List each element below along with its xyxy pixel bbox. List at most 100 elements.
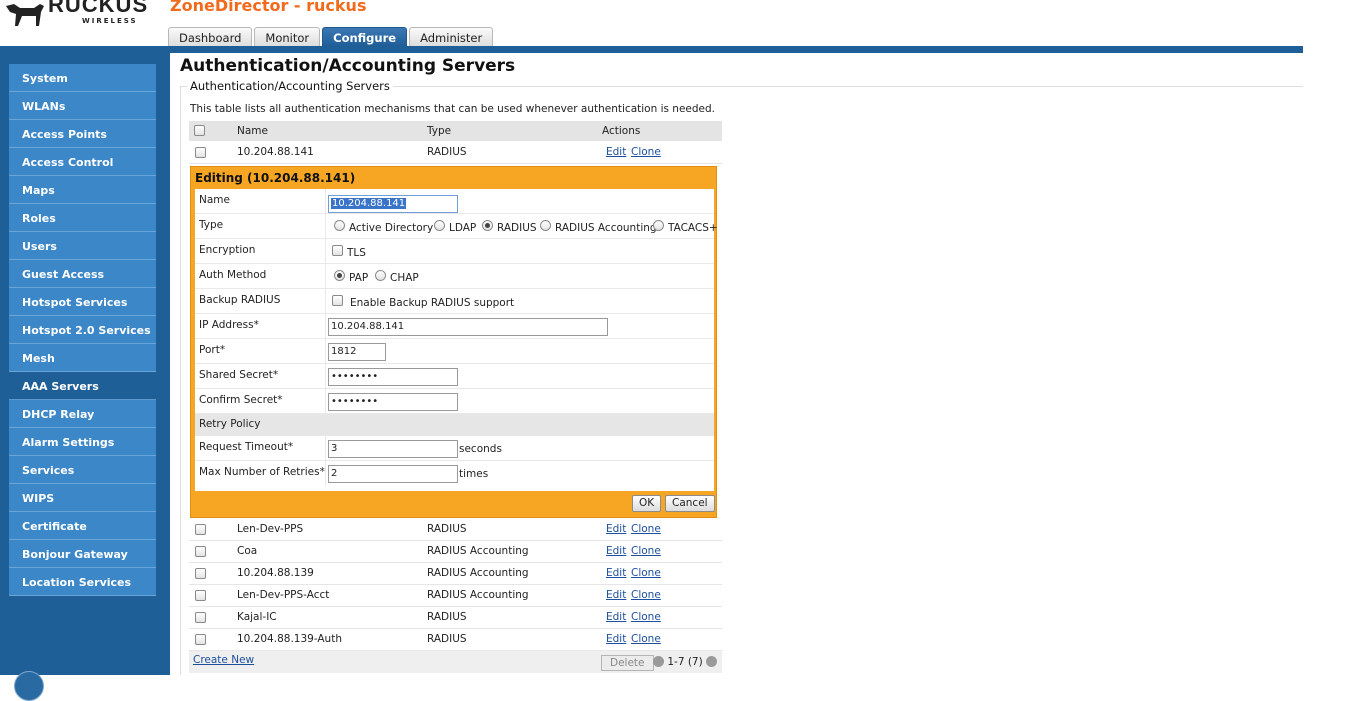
sidebar-item-services[interactable]: Services [9, 456, 156, 484]
row-checkbox[interactable] [195, 590, 206, 601]
type-radio-radius-accounting[interactable] [540, 220, 551, 231]
edit-link[interactable]: Edit [606, 633, 626, 645]
sidebar-item-location-services[interactable]: Location Services [9, 568, 156, 596]
section-title: Authentication/Accounting Servers [187, 79, 393, 93]
edit-link[interactable]: Edit [606, 146, 626, 158]
sidebar-item-dhcp-relay[interactable]: DHCP Relay [9, 400, 156, 428]
sidebar-item-system[interactable]: System [9, 64, 156, 92]
ok-button[interactable]: OK [632, 495, 662, 512]
row-name: 10.204.88.139 [237, 567, 314, 579]
clone-link[interactable]: Clone [631, 611, 661, 623]
row-checkbox[interactable] [195, 568, 206, 579]
tab-dashboard[interactable]: Dashboard [168, 27, 253, 47]
max-retries-input[interactable]: 2 [328, 465, 458, 483]
type-radio-radius[interactable] [482, 220, 493, 231]
select-all-checkbox[interactable] [194, 125, 205, 136]
sidebar-nav: System WLANs Access Points Access Contro… [9, 64, 156, 596]
sidebar-item-wlans[interactable]: WLANs [9, 92, 156, 120]
tls-checkbox[interactable] [332, 245, 343, 256]
create-new-link[interactable]: Create New [193, 654, 254, 666]
field-row-backup-radius: Backup RADIUS Enable Backup RADIUS suppo… [195, 289, 714, 314]
delete-button[interactable]: Delete [601, 655, 654, 671]
type-radio-ldap[interactable] [434, 220, 445, 231]
clone-link[interactable]: Clone [631, 589, 661, 601]
confirm-secret-input[interactable]: •••••••• [328, 393, 458, 411]
sidebar-item-wips[interactable]: WIPS [9, 484, 156, 512]
backup-radius-checkbox[interactable] [332, 295, 343, 306]
port-value-cell: 1812 [325, 339, 714, 364]
edit-link[interactable]: Edit [606, 567, 626, 579]
field-row-max-retries: Max Number of Retries* 2 times [195, 461, 714, 486]
clone-link[interactable]: Clone [631, 633, 661, 645]
request-timeout-unit: seconds [459, 443, 502, 455]
sidebar-item-certificate[interactable]: Certificate [9, 512, 156, 540]
clone-link[interactable]: Clone [631, 567, 661, 579]
edit-link[interactable]: Edit [606, 589, 626, 601]
edit-link[interactable]: Edit [606, 611, 626, 623]
backup-radius-option: Enable Backup RADIUS support [350, 297, 515, 309]
sidebar-item-aaa-servers[interactable]: AAA Servers [9, 372, 156, 400]
name-input-value: 10.204.88.141 [331, 198, 407, 209]
cancel-button[interactable]: Cancel [665, 495, 715, 512]
request-timeout-input[interactable]: 3 [328, 440, 458, 458]
sidebar-item-hotspot-2-services[interactable]: Hotspot 2.0 Services [9, 316, 156, 344]
tab-configure[interactable]: Configure [322, 27, 408, 47]
sidebar: System WLANs Access Points Access Contro… [0, 46, 170, 701]
row-name: 10.204.88.139-Auth [237, 633, 342, 645]
ruckus-logo: RUCKUS WIRELESS [0, 0, 168, 46]
edit-panel-title: Editing (10.204.88.141) [195, 171, 356, 185]
field-row-name: Name 10.204.88.141 [195, 189, 714, 214]
table-row: 10.204.88.141 RADIUS Edit Clone [189, 142, 722, 164]
column-header-type: Type [427, 125, 452, 137]
type-radio-tacacs[interactable] [653, 220, 664, 231]
ip-address-input[interactable]: 10.204.88.141 [328, 318, 608, 336]
sidebar-item-bonjour-gateway[interactable]: Bonjour Gateway [9, 540, 156, 568]
row-checkbox[interactable] [195, 634, 206, 645]
sidebar-item-roles[interactable]: Roles [9, 204, 156, 232]
brand-tagline: WIRELESS [82, 17, 138, 25]
tab-monitor[interactable]: Monitor [254, 27, 321, 47]
ip-address-value-cell: 10.204.88.141 [325, 314, 714, 339]
type-option-tacacs: TACACS+ [668, 222, 718, 234]
port-input[interactable]: 1812 [328, 343, 386, 361]
sidebar-circle-icon[interactable] [14, 671, 44, 701]
edit-link[interactable]: Edit [606, 545, 626, 557]
clone-link[interactable]: Clone [631, 523, 661, 535]
name-input[interactable]: 10.204.88.141 [328, 195, 458, 213]
row-name: Len-Dev-PPS [237, 523, 304, 535]
shared-secret-input[interactable]: •••••••• [328, 368, 458, 386]
sidebar-item-guest-access[interactable]: Guest Access [9, 260, 156, 288]
tab-administer[interactable]: Administer [409, 27, 494, 47]
field-row-auth-method: Auth Method PAP CHAP [195, 264, 714, 289]
sidebar-item-hotspot-services[interactable]: Hotspot Services [9, 288, 156, 316]
previous-page-icon[interactable] [653, 656, 664, 667]
row-checkbox[interactable] [195, 546, 206, 557]
clone-link[interactable]: Clone [631, 545, 661, 557]
sidebar-item-alarm-settings[interactable]: Alarm Settings [9, 428, 156, 456]
row-type: RADIUS Accounting [427, 567, 529, 579]
sidebar-item-access-points[interactable]: Access Points [9, 120, 156, 148]
sidebar-item-users[interactable]: Users [9, 232, 156, 260]
table-header: Name Type Actions [189, 121, 722, 141]
backup-radius-value-cell: Enable Backup RADIUS support [325, 289, 714, 314]
auth-radio-pap[interactable] [334, 270, 345, 281]
edit-link[interactable]: Edit [606, 523, 626, 535]
column-header-name: Name [237, 125, 268, 137]
sidebar-item-access-control[interactable]: Access Control [9, 148, 156, 176]
type-option-active-directory: Active Directory [349, 222, 434, 234]
top-bar [168, 46, 1303, 53]
auth-radio-chap[interactable] [375, 270, 386, 281]
row-checkbox[interactable] [195, 612, 206, 623]
auth-option-pap: PAP [349, 272, 369, 284]
row-name: 10.204.88.141 [237, 146, 314, 158]
row-checkbox[interactable] [195, 524, 206, 535]
next-page-icon[interactable] [706, 656, 718, 667]
type-radio-active-directory[interactable] [334, 220, 345, 231]
main-tabs: Dashboard Monitor Configure Administer [168, 27, 494, 47]
row-checkbox[interactable] [195, 147, 206, 158]
sidebar-item-maps[interactable]: Maps [9, 176, 156, 204]
ip-address-label: IP Address* [199, 319, 259, 331]
clone-link[interactable]: Clone [631, 146, 661, 158]
sidebar-item-mesh[interactable]: Mesh [9, 344, 156, 372]
edit-panel: Editing (10.204.88.141) Name 10.204.88.1… [190, 166, 718, 518]
